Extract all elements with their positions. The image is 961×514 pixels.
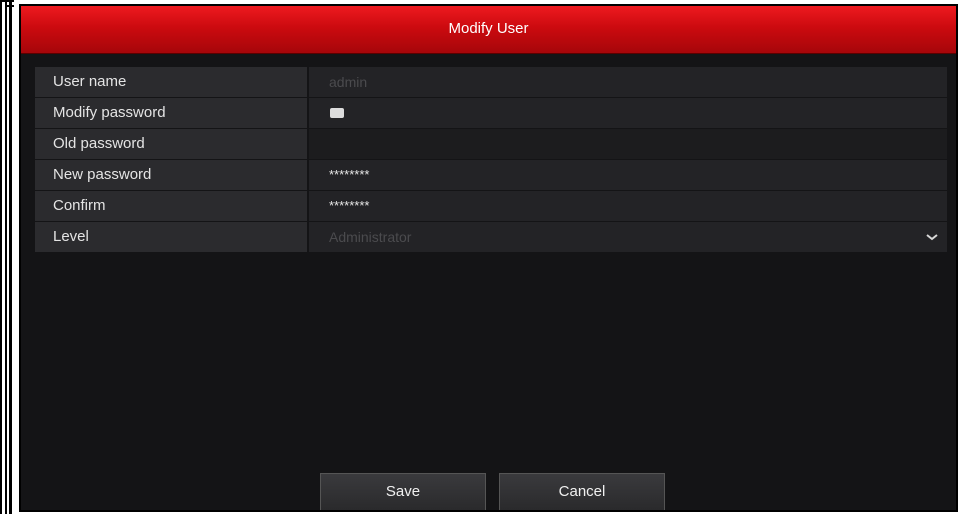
screen: Modify User User name admin Modify passw… — [0, 0, 961, 514]
row-old-password: Old password — [35, 129, 947, 160]
save-button[interactable]: Save — [320, 473, 486, 510]
row-confirm-password: Confirm ******** — [35, 191, 947, 222]
row-user-name: User name admin — [35, 67, 947, 98]
old-password-label: Old password — [35, 129, 307, 159]
modify-password-cell — [309, 98, 947, 128]
modify-user-dialog: Modify User User name admin Modify passw… — [19, 4, 958, 512]
row-level: Level Administrator — [35, 222, 947, 253]
old-password-field[interactable] — [309, 129, 947, 159]
modify-password-checkbox[interactable] — [330, 108, 344, 118]
level-label: Level — [35, 222, 307, 252]
row-new-password: New password ******** — [35, 160, 947, 191]
modify-password-label: Modify password — [35, 98, 307, 128]
left-window-edge — [0, 0, 14, 514]
row-modify-password: Modify password — [35, 98, 947, 129]
user-name-label: User name — [35, 67, 307, 97]
user-form: User name admin Modify password Old pass… — [35, 67, 947, 253]
level-select-value: Administrator — [329, 229, 412, 245]
user-name-field: admin — [309, 67, 947, 97]
new-password-label: New password — [35, 160, 307, 190]
cancel-button[interactable]: Cancel — [499, 473, 665, 510]
new-password-field[interactable]: ******** — [309, 160, 947, 190]
dialog-title-bar: Modify User — [21, 6, 956, 54]
level-select[interactable]: Administrator — [309, 222, 947, 252]
chevron-down-icon[interactable] — [925, 230, 939, 244]
confirm-password-field[interactable]: ******** — [309, 191, 947, 221]
dialog-title: Modify User — [448, 20, 529, 37]
confirm-password-label: Confirm — [35, 191, 307, 221]
